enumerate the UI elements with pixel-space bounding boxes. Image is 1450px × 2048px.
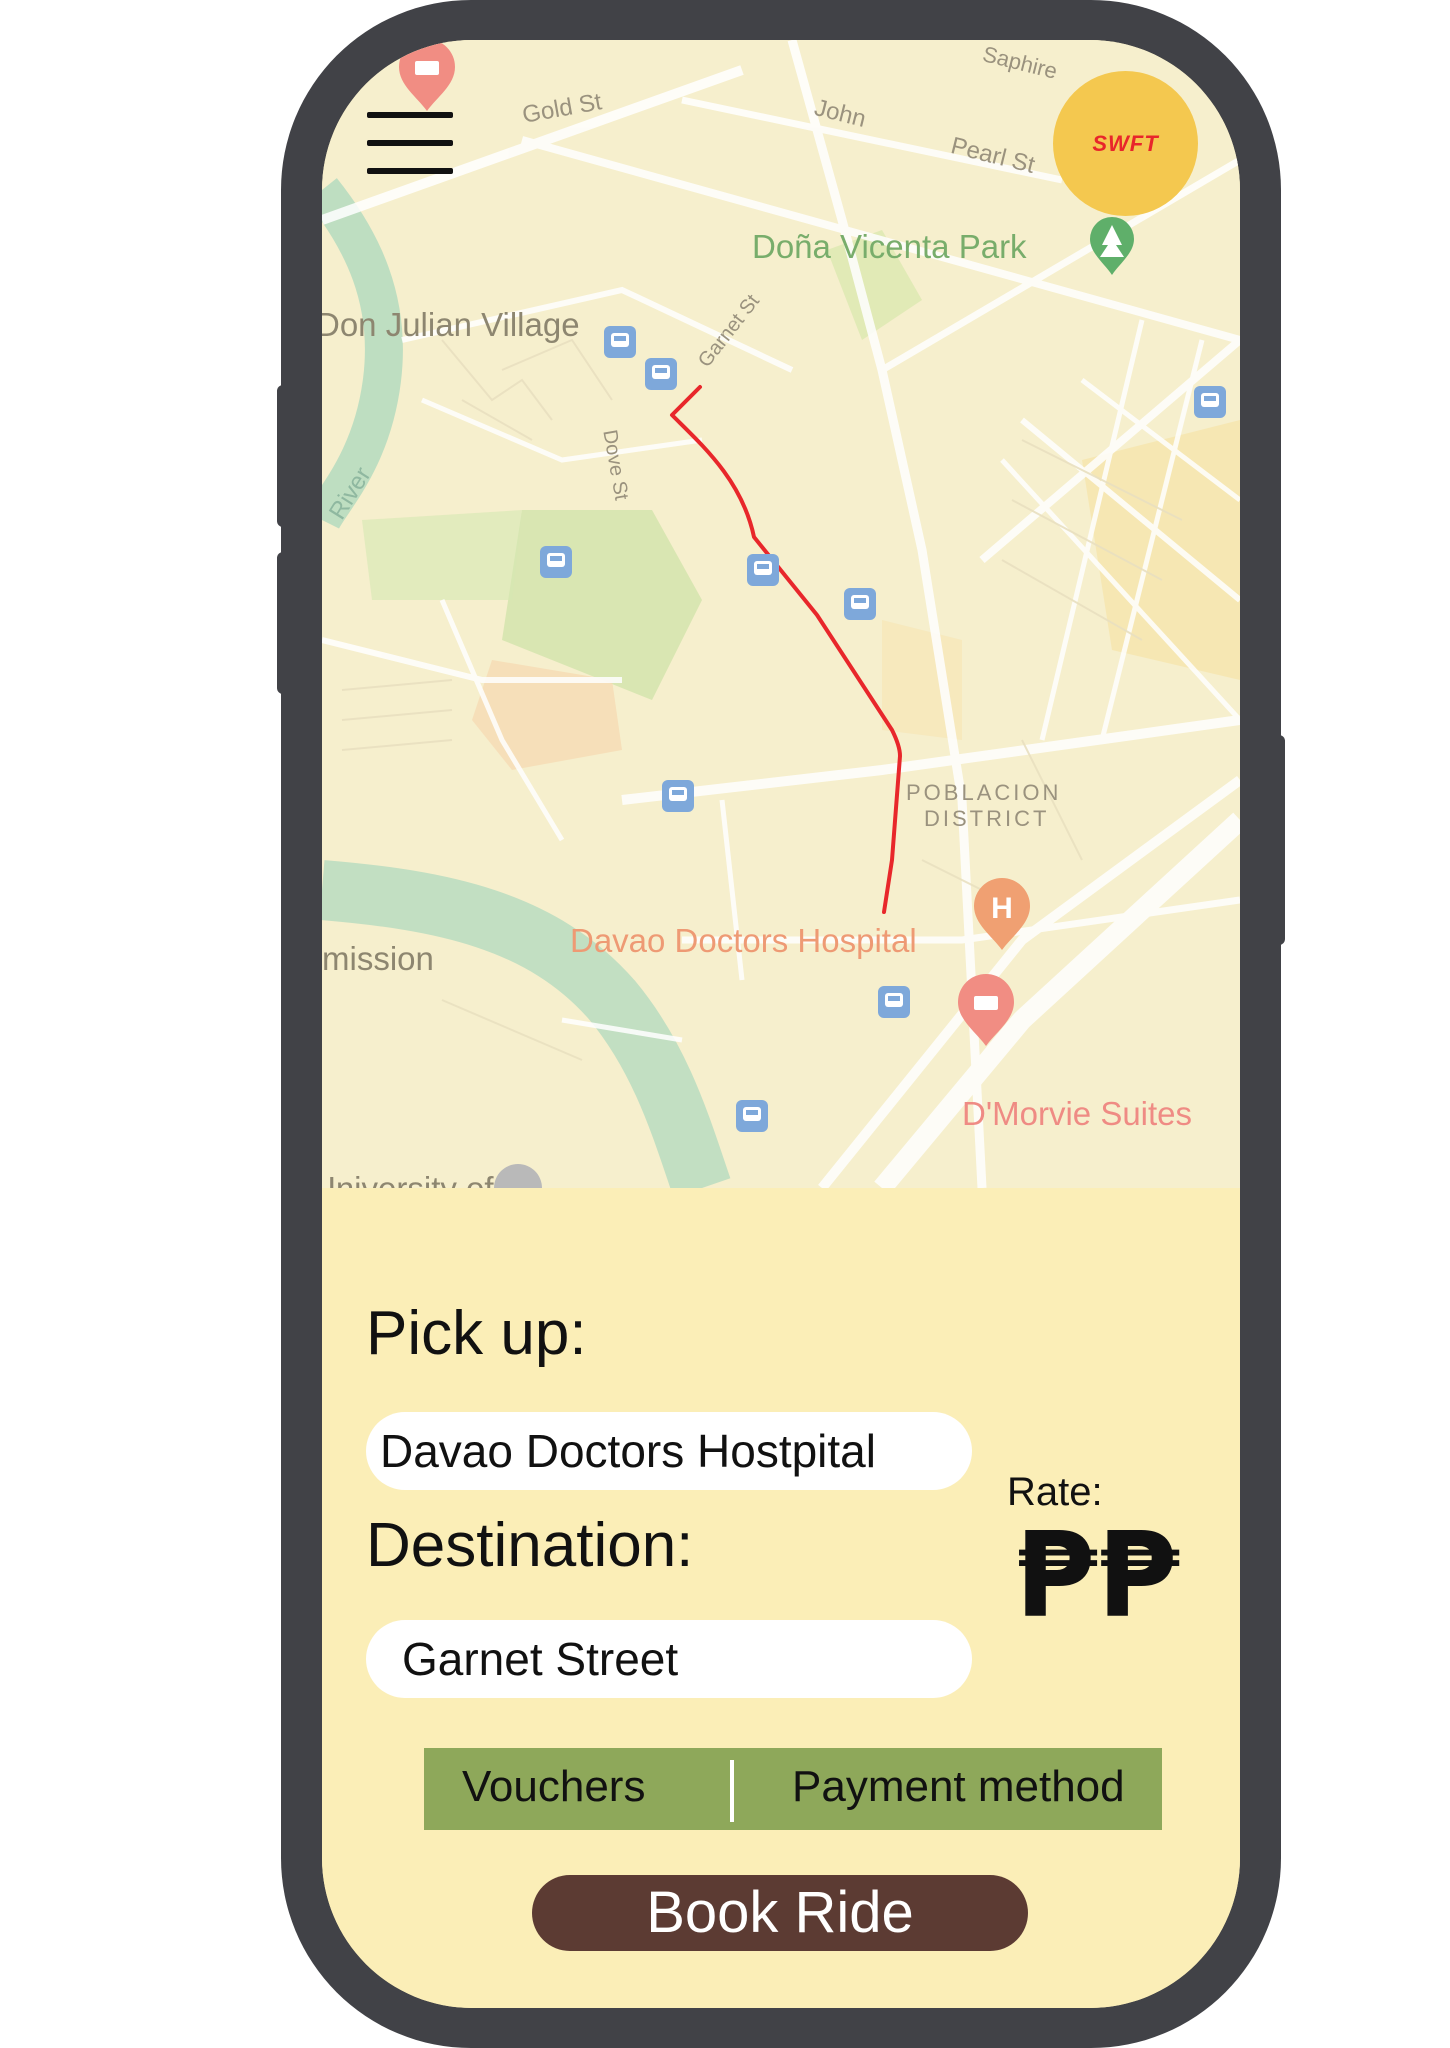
map-view[interactable]: H Doña Vicenta Park Don Julian Village P… — [322, 40, 1240, 1188]
hamburger-menu-icon[interactable] — [367, 112, 453, 174]
book-ride-button[interactable]: Book Ride — [532, 1875, 1028, 1951]
payment-method-button[interactable]: Payment method — [792, 1762, 1125, 1812]
bus-stop-icon — [540, 546, 572, 578]
hospital-label: Davao Doctors Hospital — [570, 922, 917, 959]
park-label: Doña Vicenta Park — [752, 228, 1027, 265]
park-area — [362, 510, 522, 600]
options-bar: Vouchers Payment method — [424, 1748, 1162, 1830]
vouchers-button[interactable]: Vouchers — [462, 1762, 645, 1812]
destination-label: Destination: — [366, 1511, 694, 1580]
destination-input[interactable]: Garnet Street — [366, 1620, 972, 1698]
bus-stop-icon — [1194, 386, 1226, 418]
pickup-input[interactable]: Davao Doctors Hostpital — [366, 1412, 972, 1490]
bus-stop-icon — [662, 780, 694, 812]
booking-panel: Pick up: Davao Doctors Hostpital Destina… — [322, 1188, 1240, 2008]
bus-stop-icon — [844, 588, 876, 620]
district-label: POBLACION — [906, 780, 1062, 805]
hotel-pin-icon — [399, 40, 455, 111]
rate-value: ₱₱ — [1015, 1506, 1180, 1644]
university-label: University of — [322, 1170, 494, 1188]
bus-stop-icon — [878, 986, 910, 1018]
hotel-label: D'Morvie Suites — [962, 1095, 1193, 1132]
university-pin-icon — [494, 1164, 542, 1188]
bus-stop-icon — [736, 1100, 768, 1132]
app-logo: SWFT — [1053, 71, 1198, 216]
district-label: DISTRICT — [924, 806, 1050, 831]
park-pin-icon — [1090, 217, 1134, 275]
bus-stop-icon — [604, 326, 636, 358]
svg-text:H: H — [991, 892, 1013, 925]
options-divider — [730, 1760, 734, 1822]
route-line — [670, 385, 902, 914]
logo-text: SWFT — [1092, 130, 1159, 156]
pickup-label: Pick up: — [366, 1299, 587, 1368]
area-label: mission — [322, 940, 434, 977]
village-label: Don Julian Village — [322, 306, 580, 343]
bus-stop-icon — [747, 554, 779, 586]
canvas: H Doña Vicenta Park Don Julian Village P… — [0, 0, 1450, 2048]
phone-screen: H Doña Vicenta Park Don Julian Village P… — [322, 40, 1240, 2008]
bus-stop-icon — [645, 358, 677, 390]
